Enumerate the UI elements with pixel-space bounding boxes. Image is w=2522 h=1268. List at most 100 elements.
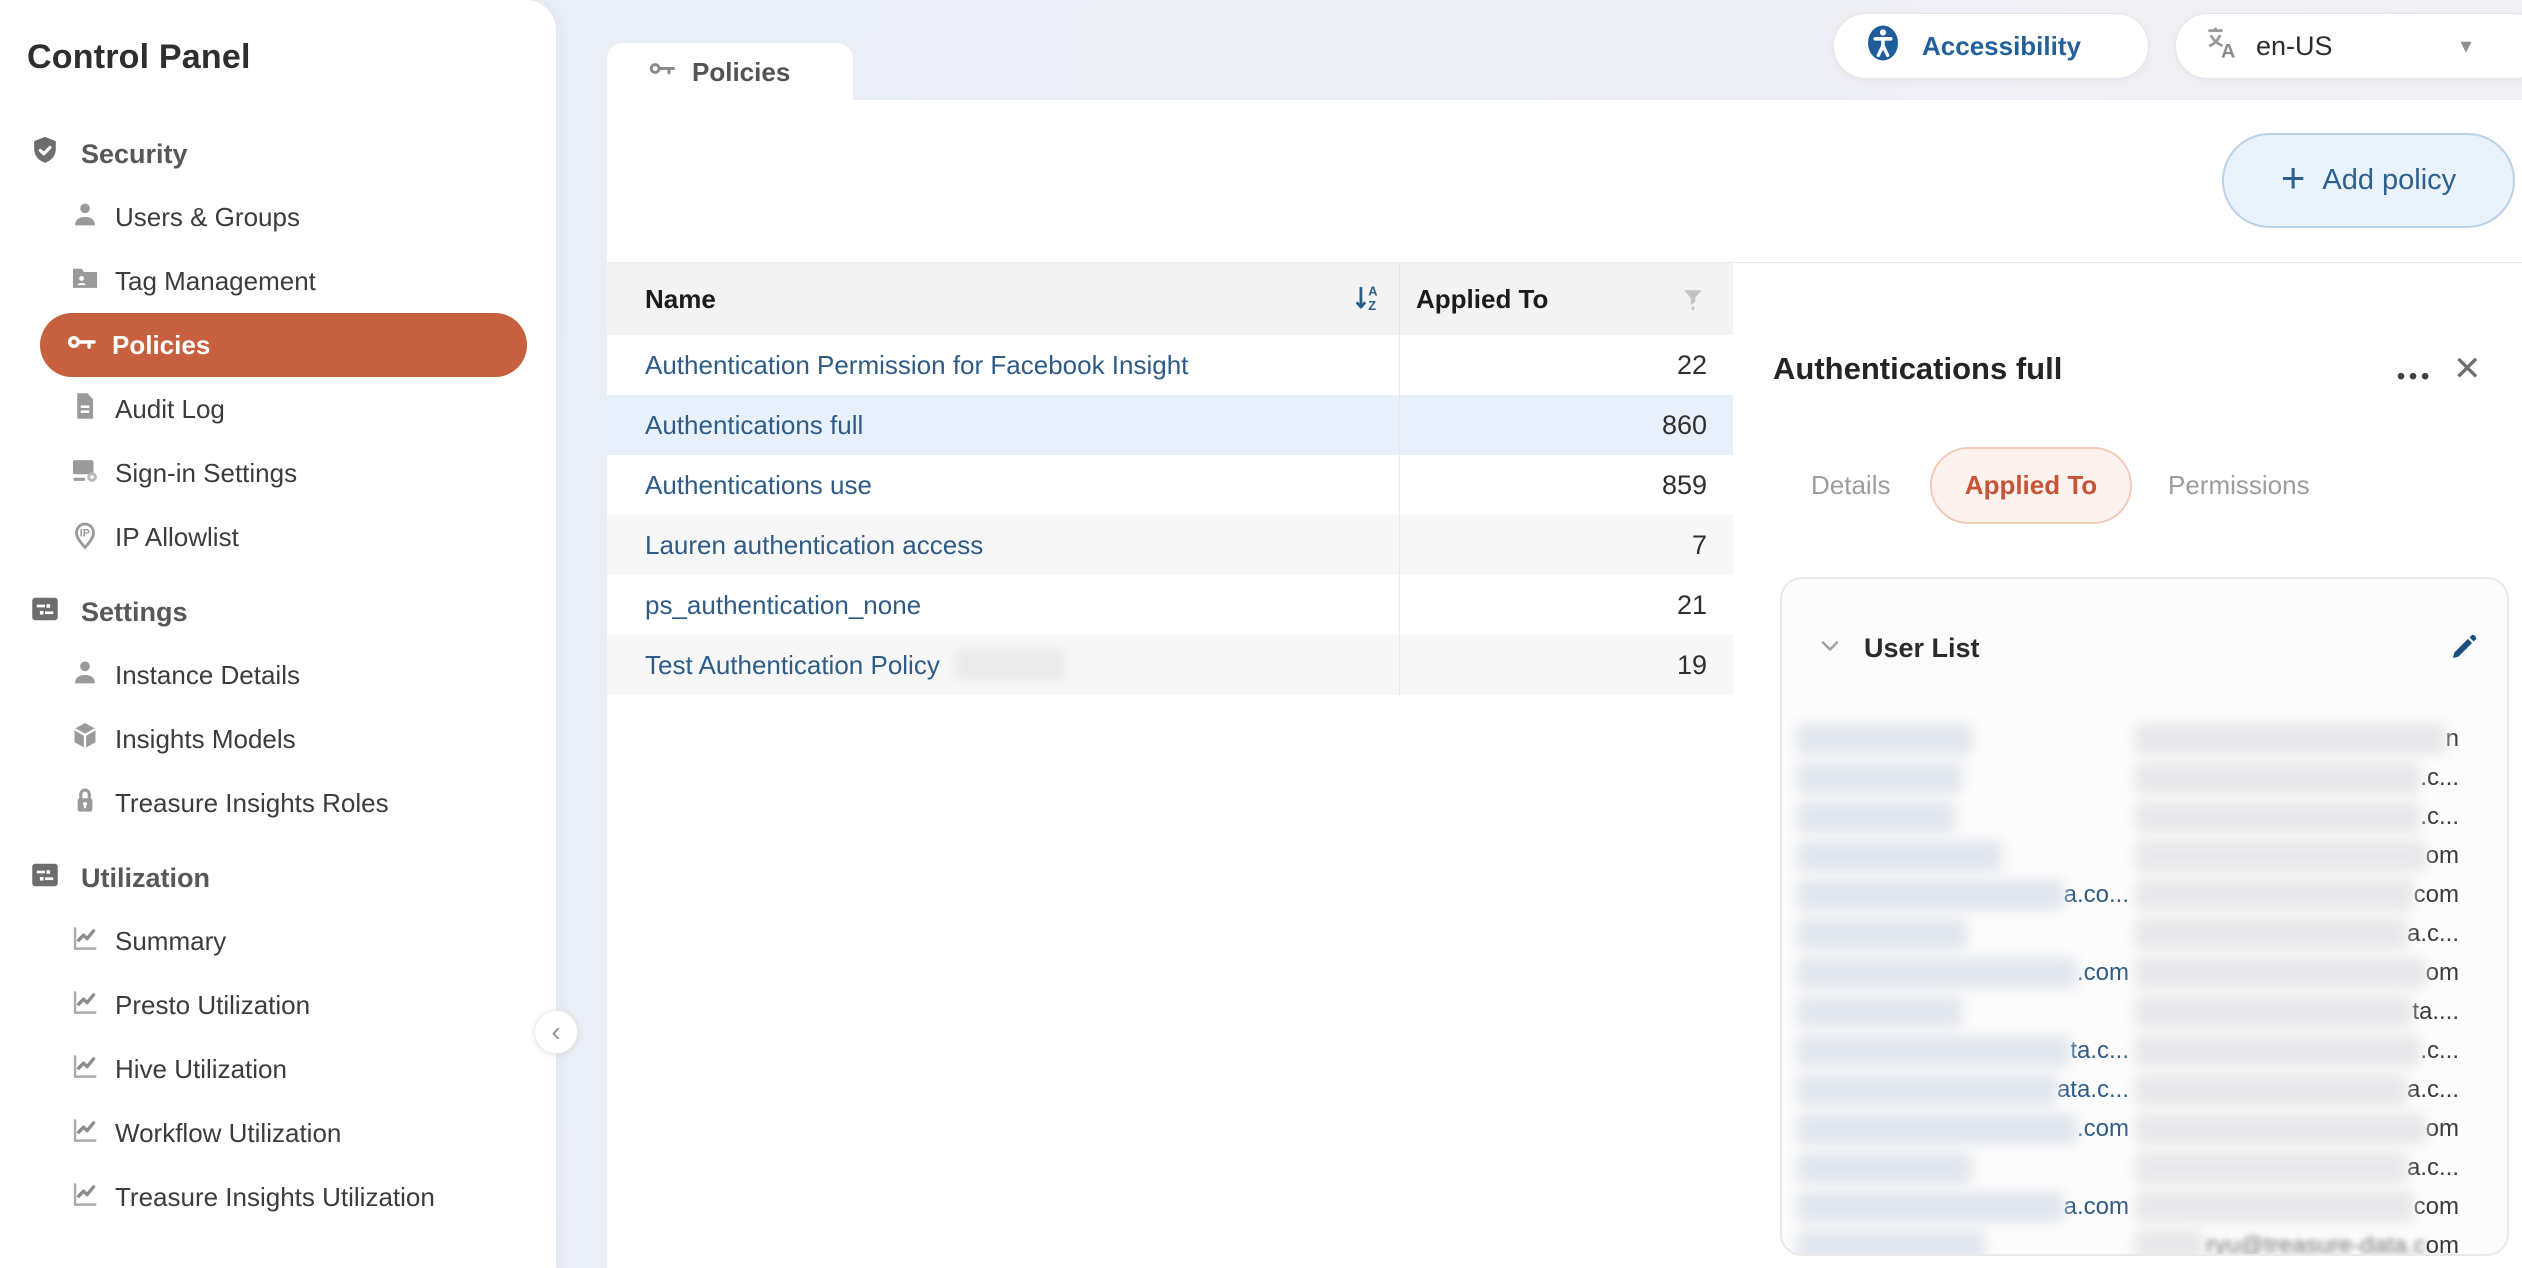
edit-user-list-button[interactable] [2447,630,2481,667]
applied-to-count: 860 [1400,410,1733,441]
blurred-user-name [1797,997,1962,1027]
key-icon [647,53,678,91]
policy-name-link[interactable]: Authentications full [607,395,1400,455]
table-row[interactable]: Lauren authentication access 7 [607,515,1733,575]
policy-name-link[interactable]: Lauren authentication access [607,515,1400,575]
user-email-tail: ta.... [2412,998,2459,1026]
panel-tab-applied-to[interactable]: Applied To [1930,447,2132,524]
close-icon: ✕ [2453,350,2482,388]
tab-label: Details [1811,470,1890,501]
sidebar-item-signin-settings[interactable]: Sign-in Settings [0,441,556,505]
section-label: Security [81,139,188,170]
user-email-tail: om [2426,959,2459,987]
sidebar-item-hive-utilization[interactable]: Hive Utilization [0,1037,556,1101]
blurred-user-name [1797,958,2077,988]
column-header-applied-to[interactable]: Applied To [1400,263,1733,335]
table-row-selected[interactable]: Authentications full 860 [607,395,1733,455]
document-icon [68,389,102,430]
item-label: Policies [112,330,210,361]
pencil-icon [2447,652,2481,667]
item-label: Treasure Insights Utilization [115,1182,435,1213]
policy-name-link[interactable]: Authentications use [607,455,1400,515]
user-email-link[interactable]: .com [2077,1115,2129,1143]
close-panel-button[interactable]: ✕ [2453,349,2482,389]
user-list-row: ryu@treasure-data.com [1797,1226,2507,1256]
svg-text:Z: Z [1368,298,1376,313]
blurred-user-email [2135,919,2407,949]
panel-title: Authentications full [1773,351,2062,387]
user-email-tail: n [2446,725,2459,753]
folder-user-icon [68,261,102,302]
more-actions-button[interactable]: ••• [2397,363,2433,390]
blurred-user-name [1797,1036,2070,1066]
item-label: Hive Utilization [115,1054,287,1085]
user-email-link[interactable]: a.com [2064,1193,2129,1221]
sidebar-item-policies[interactable]: Policies [40,313,527,377]
sidebar-item-presto-utilization[interactable]: Presto Utilization [0,973,556,1037]
blurred-user-email [2135,1036,2420,1066]
blurred-user-email [2135,1231,2203,1257]
panel-tab-details[interactable]: Details [1811,447,1890,524]
user-list-row: a.com com [1797,1187,2507,1226]
sidebar-item-workflow-utilization[interactable]: Workflow Utilization [0,1101,556,1165]
sidebar-item-audit-log[interactable]: Audit Log [0,377,556,441]
blurred-user-email [2135,841,2426,871]
sidebar-item-summary[interactable]: Summary [0,909,556,973]
user-email-link[interactable]: ta.c... [2070,1037,2129,1065]
sidebar-item-ip-allowlist[interactable]: IP IP Allowlist [0,505,556,569]
tab-policies[interactable]: Policies [607,43,853,101]
column-header-name[interactable]: Name AZ [607,263,1400,335]
user-list-row: ta.... [1797,992,2507,1031]
policy-name-link[interactable]: Test Authentication Policy [645,650,940,681]
panel-tab-permissions[interactable]: Permissions [2168,447,2310,524]
user-email-link[interactable]: ata.c... [2057,1076,2129,1104]
ellipsis-icon: ••• [2397,363,2433,389]
sidebar-item-tag-management[interactable]: Tag Management [0,249,556,313]
sidebar-section-header-utilization: Utilization [0,847,556,909]
blurred-user-name [1797,919,1967,949]
table-row[interactable]: Test Authentication Policy 19 [607,635,1733,695]
sidebar-item-treasure-insights-utilization[interactable]: Treasure Insights Utilization [0,1165,556,1229]
filter-funnel-icon[interactable] [1679,285,1707,320]
policy-name-cell[interactable]: Test Authentication Policy [607,635,1400,695]
user-email-tail: a.c... [2407,1154,2459,1182]
user-list-header: User List [1816,631,2481,665]
blurred-user-email [2135,958,2426,988]
sidebar-item-treasure-insights-roles[interactable]: Treasure Insights Roles [0,771,556,835]
plus-icon: + [2281,154,2306,202]
table-row[interactable]: Authentications use 859 [607,455,1733,515]
user-email-link[interactable]: .com [2077,959,2129,987]
blurred-user-name [1797,1114,2077,1144]
add-policy-button[interactable]: + Add policy [2222,133,2515,228]
blurred-user-email [2135,763,2420,793]
user-email-link[interactable]: a.co... [2064,881,2129,909]
column-label: Applied To [1416,284,1548,315]
line-chart-icon [68,985,102,1026]
locale-selector[interactable]: A en-US ▾ [2175,13,2522,79]
item-label: Summary [115,926,226,957]
sidebar-section-utilization: Utilization Summary Presto Utilization H… [0,847,556,1229]
table-row[interactable]: Authentication Permission for Facebook I… [607,335,1733,395]
sidebar-collapse-button[interactable]: ‹ [534,1010,578,1054]
line-chart-icon [68,1113,102,1154]
user-list-row: n [1797,719,2507,758]
user-list: n .c... .c... om a.co... [1782,719,2507,1256]
user-email-tail: com [2414,1193,2459,1221]
accessibility-button[interactable]: Accessibility [1833,13,2149,79]
blurred-user-email [2135,802,2420,832]
sidebar-item-users-groups[interactable]: Users & Groups [0,185,556,249]
blurred-user-email [2135,1075,2407,1105]
table-row[interactable]: ps_authentication_none 21 [607,575,1733,635]
sort-az-icon[interactable]: AZ [1351,281,1383,322]
policy-name-link[interactable]: ps_authentication_none [607,575,1400,635]
item-label: Audit Log [115,394,225,425]
user-email-tail: om [2426,1115,2459,1143]
sidebar-item-insights-models[interactable]: Insights Models [0,707,556,771]
map-pin-ip-icon: IP [68,517,102,558]
sidebar-item-instance-details[interactable]: Instance Details [0,643,556,707]
tab-label: Applied To [1965,470,2097,501]
policy-name-link[interactable]: Authentication Permission for Facebook I… [607,335,1400,395]
tab-label: Permissions [2168,470,2310,501]
chevron-down-icon[interactable] [1816,632,1844,665]
lock-icon [68,783,102,824]
